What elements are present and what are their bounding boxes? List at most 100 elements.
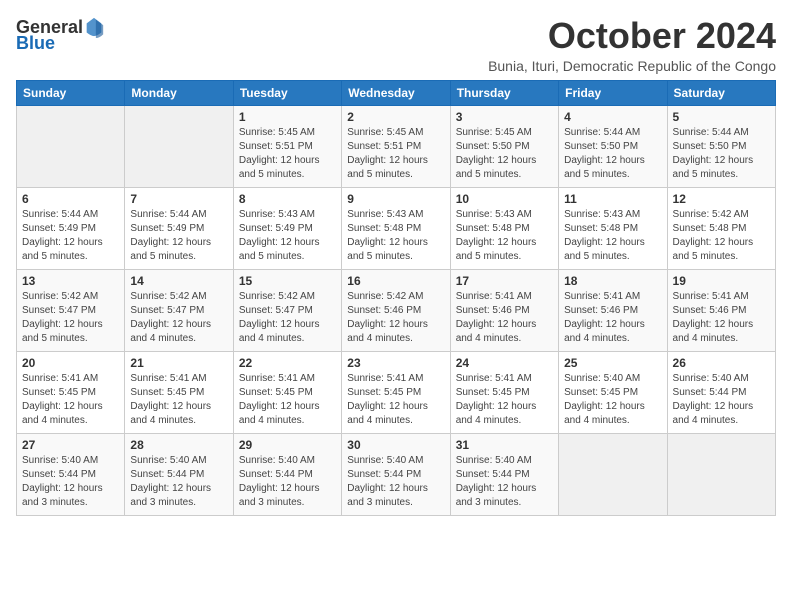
day-info: Sunrise: 5:40 AMSunset: 5:44 PMDaylight:… bbox=[239, 454, 336, 510]
logo-blue: Blue bbox=[16, 34, 55, 52]
day-info: Sunrise: 5:41 AMSunset: 5:45 PMDaylight:… bbox=[22, 372, 119, 428]
day-info: Sunrise: 5:40 AMSunset: 5:44 PMDaylight:… bbox=[130, 454, 227, 510]
day-number: 7 bbox=[130, 192, 227, 206]
day-number: 25 bbox=[564, 356, 661, 370]
weekday-header-sunday: Sunday bbox=[17, 80, 125, 105]
day-info: Sunrise: 5:40 AMSunset: 5:44 PMDaylight:… bbox=[456, 454, 553, 510]
calendar-cell: 6 Sunrise: 5:44 AMSunset: 5:49 PMDaylight… bbox=[17, 187, 125, 269]
day-number: 8 bbox=[239, 192, 336, 206]
day-number: 18 bbox=[564, 274, 661, 288]
calendar-week-row: 27 Sunrise: 5:40 AMSunset: 5:44 PMDayligh… bbox=[17, 433, 776, 515]
day-number: 14 bbox=[130, 274, 227, 288]
day-info: Sunrise: 5:41 AMSunset: 5:45 PMDaylight:… bbox=[456, 372, 553, 428]
calendar-cell: 13 Sunrise: 5:42 AMSunset: 5:47 PMDayligh… bbox=[17, 269, 125, 351]
calendar-cell: 18Sunrise: 5:41 AMSunset: 5:46 PMDayligh… bbox=[559, 269, 667, 351]
calendar-cell: 3 Sunrise: 5:45 AMSunset: 5:50 PMDaylight… bbox=[450, 105, 558, 187]
day-info: Sunrise: 5:45 AMSunset: 5:50 PMDaylight:… bbox=[456, 126, 553, 182]
calendar-cell: 29 Sunrise: 5:40 AMSunset: 5:44 PMDayligh… bbox=[233, 433, 341, 515]
weekday-header-tuesday: Tuesday bbox=[233, 80, 341, 105]
calendar-cell: 23Sunrise: 5:41 AMSunset: 5:45 PMDayligh… bbox=[342, 351, 450, 433]
day-info: Sunrise: 5:44 AMSunset: 5:50 PMDaylight:… bbox=[673, 126, 770, 182]
calendar-cell: 4Sunrise: 5:44 AMSunset: 5:50 PMDaylight… bbox=[559, 105, 667, 187]
day-number: 30 bbox=[347, 438, 444, 452]
calendar-cell: 31Sunrise: 5:40 AMSunset: 5:44 PMDayligh… bbox=[450, 433, 558, 515]
day-info: Sunrise: 5:43 AMSunset: 5:48 PMDaylight:… bbox=[347, 208, 444, 264]
month-title: October 2024 bbox=[488, 16, 776, 56]
day-number: 20 bbox=[22, 356, 119, 370]
day-number: 4 bbox=[564, 110, 661, 124]
day-info: Sunrise: 5:43 AMSunset: 5:49 PMDaylight:… bbox=[239, 208, 336, 264]
day-number: 16 bbox=[347, 274, 444, 288]
calendar-table: SundayMondayTuesdayWednesdayThursdayFrid… bbox=[16, 80, 776, 516]
calendar-cell bbox=[667, 433, 775, 515]
calendar-cell: 20 Sunrise: 5:41 AMSunset: 5:45 PMDayligh… bbox=[17, 351, 125, 433]
calendar-cell: 5Sunrise: 5:44 AMSunset: 5:50 PMDaylight… bbox=[667, 105, 775, 187]
day-number: 15 bbox=[239, 274, 336, 288]
weekday-header-row: SundayMondayTuesdayWednesdayThursdayFrid… bbox=[17, 80, 776, 105]
day-info: Sunrise: 5:43 AMSunset: 5:48 PMDaylight:… bbox=[456, 208, 553, 264]
weekday-header-monday: Monday bbox=[125, 80, 233, 105]
day-info: Sunrise: 5:45 AMSunset: 5:51 PMDaylight:… bbox=[347, 126, 444, 182]
day-info: Sunrise: 5:42 AMSunset: 5:46 PMDaylight:… bbox=[347, 290, 444, 346]
day-number: 3 bbox=[456, 110, 553, 124]
calendar-cell: 16 Sunrise: 5:42 AMSunset: 5:46 PMDayligh… bbox=[342, 269, 450, 351]
day-number: 10 bbox=[456, 192, 553, 206]
calendar-cell: 8 Sunrise: 5:43 AMSunset: 5:49 PMDaylight… bbox=[233, 187, 341, 269]
calendar-cell: 22 Sunrise: 5:41 AMSunset: 5:45 PMDayligh… bbox=[233, 351, 341, 433]
calendar-cell: 30 Sunrise: 5:40 AMSunset: 5:44 PMDayligh… bbox=[342, 433, 450, 515]
calendar-cell: 19 Sunrise: 5:41 AMSunset: 5:46 PMDayligh… bbox=[667, 269, 775, 351]
day-info: Sunrise: 5:41 AMSunset: 5:46 PMDaylight:… bbox=[673, 290, 770, 346]
day-info: Sunrise: 5:41 AMSunset: 5:45 PMDaylight:… bbox=[130, 372, 227, 428]
logo: General Blue bbox=[16, 16, 105, 52]
day-info: Sunrise: 5:41 AMSunset: 5:45 PMDaylight:… bbox=[239, 372, 336, 428]
day-number: 27 bbox=[22, 438, 119, 452]
logo-icon bbox=[83, 16, 105, 38]
day-number: 6 bbox=[22, 192, 119, 206]
calendar-cell: 25 Sunrise: 5:40 AMSunset: 5:45 PMDayligh… bbox=[559, 351, 667, 433]
day-number: 28 bbox=[130, 438, 227, 452]
header: General Blue October 2024 Bunia, Ituri, … bbox=[16, 16, 776, 74]
day-info: Sunrise: 5:40 AMSunset: 5:44 PMDaylight:… bbox=[347, 454, 444, 510]
day-number: 22 bbox=[239, 356, 336, 370]
day-info: Sunrise: 5:42 AMSunset: 5:47 PMDaylight:… bbox=[22, 290, 119, 346]
title-section: October 2024 Bunia, Ituri, Democratic Re… bbox=[488, 16, 776, 74]
weekday-header-saturday: Saturday bbox=[667, 80, 775, 105]
calendar-cell: 11 Sunrise: 5:43 AMSunset: 5:48 PMDayligh… bbox=[559, 187, 667, 269]
calendar-cell: 14 Sunrise: 5:42 AMSunset: 5:47 PMDayligh… bbox=[125, 269, 233, 351]
day-number: 2 bbox=[347, 110, 444, 124]
calendar-cell: 10 Sunrise: 5:43 AMSunset: 5:48 PMDayligh… bbox=[450, 187, 558, 269]
day-number: 21 bbox=[130, 356, 227, 370]
day-info: Sunrise: 5:42 AMSunset: 5:47 PMDaylight:… bbox=[239, 290, 336, 346]
weekday-header-friday: Friday bbox=[559, 80, 667, 105]
calendar-week-row: 1 Sunrise: 5:45 AMSunset: 5:51 PMDaylight… bbox=[17, 105, 776, 187]
day-number: 17 bbox=[456, 274, 553, 288]
day-info: Sunrise: 5:43 AMSunset: 5:48 PMDaylight:… bbox=[564, 208, 661, 264]
calendar-cell: 12Sunrise: 5:42 AMSunset: 5:48 PMDayligh… bbox=[667, 187, 775, 269]
calendar-cell: 26Sunrise: 5:40 AMSunset: 5:44 PMDayligh… bbox=[667, 351, 775, 433]
day-number: 1 bbox=[239, 110, 336, 124]
day-info: Sunrise: 5:41 AMSunset: 5:46 PMDaylight:… bbox=[456, 290, 553, 346]
day-number: 11 bbox=[564, 192, 661, 206]
day-info: Sunrise: 5:42 AMSunset: 5:48 PMDaylight:… bbox=[673, 208, 770, 264]
calendar-cell: 21 Sunrise: 5:41 AMSunset: 5:45 PMDayligh… bbox=[125, 351, 233, 433]
calendar-cell bbox=[17, 105, 125, 187]
day-info: Sunrise: 5:44 AMSunset: 5:49 PMDaylight:… bbox=[130, 208, 227, 264]
calendar-week-row: 13 Sunrise: 5:42 AMSunset: 5:47 PMDayligh… bbox=[17, 269, 776, 351]
day-info: Sunrise: 5:44 AMSunset: 5:49 PMDaylight:… bbox=[22, 208, 119, 264]
calendar-cell: 28 Sunrise: 5:40 AMSunset: 5:44 PMDayligh… bbox=[125, 433, 233, 515]
day-number: 29 bbox=[239, 438, 336, 452]
day-number: 19 bbox=[673, 274, 770, 288]
calendar-cell: 7 Sunrise: 5:44 AMSunset: 5:49 PMDaylight… bbox=[125, 187, 233, 269]
calendar-cell: 2 Sunrise: 5:45 AMSunset: 5:51 PMDaylight… bbox=[342, 105, 450, 187]
day-number: 24 bbox=[456, 356, 553, 370]
day-info: Sunrise: 5:45 AMSunset: 5:51 PMDaylight:… bbox=[239, 126, 336, 182]
calendar-cell: 15 Sunrise: 5:42 AMSunset: 5:47 PMDayligh… bbox=[233, 269, 341, 351]
calendar-week-row: 20 Sunrise: 5:41 AMSunset: 5:45 PMDayligh… bbox=[17, 351, 776, 433]
calendar-cell: 17 Sunrise: 5:41 AMSunset: 5:46 PMDayligh… bbox=[450, 269, 558, 351]
calendar-cell: 24 Sunrise: 5:41 AMSunset: 5:45 PMDayligh… bbox=[450, 351, 558, 433]
day-info: Sunrise: 5:42 AMSunset: 5:47 PMDaylight:… bbox=[130, 290, 227, 346]
day-info: Sunrise: 5:40 AMSunset: 5:44 PMDaylight:… bbox=[673, 372, 770, 428]
day-number: 13 bbox=[22, 274, 119, 288]
day-number: 9 bbox=[347, 192, 444, 206]
day-info: Sunrise: 5:40 AMSunset: 5:45 PMDaylight:… bbox=[564, 372, 661, 428]
